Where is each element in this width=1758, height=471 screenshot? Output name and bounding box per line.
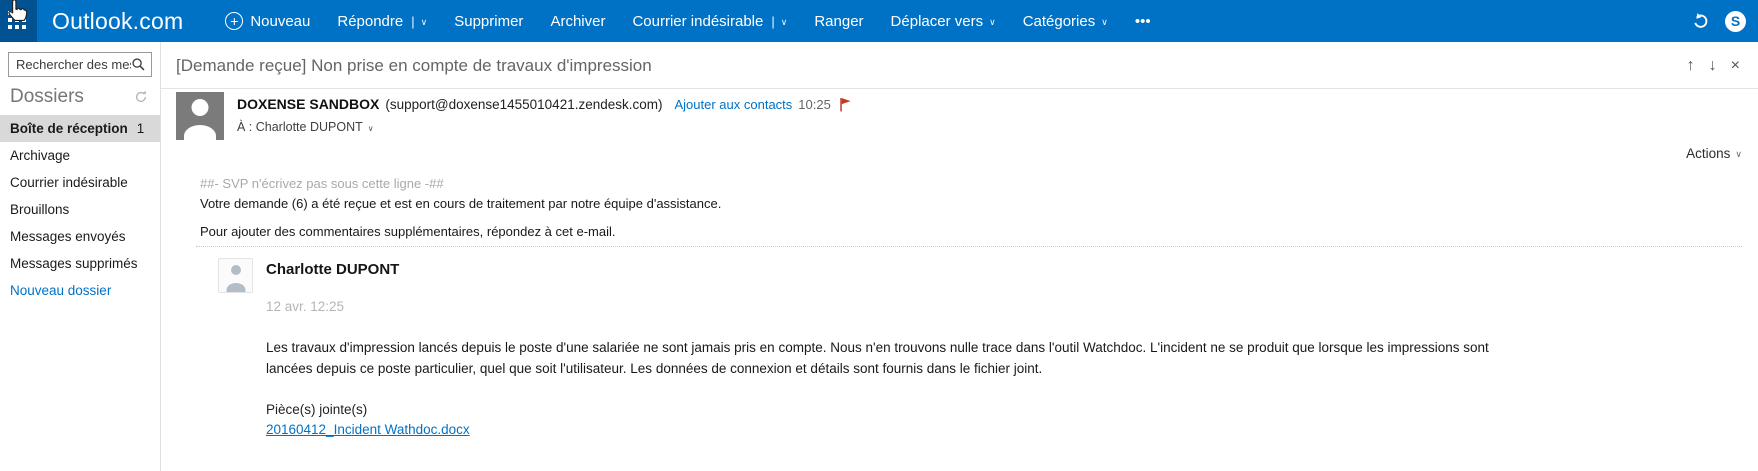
recipient-line: À : Charlotte DUPONT ∨	[237, 120, 852, 134]
reading-pane: [Demande reçue] Non prise en compte de t…	[161, 42, 1758, 471]
delete-button[interactable]: Supprimer	[454, 13, 523, 30]
close-message-icon[interactable]: ×	[1731, 58, 1740, 74]
sidebar-item-drafts[interactable]: Brouillons	[0, 196, 160, 223]
actions-label: Actions	[1686, 146, 1730, 161]
split-button-divider: |	[771, 14, 774, 29]
folder-label: Courrier indésirable	[10, 174, 128, 191]
do-not-write-notice: ##- SVP n'écrivez pas sous cette ligne -…	[200, 176, 1742, 192]
flag-icon[interactable]	[839, 97, 852, 112]
chevron-down-icon[interactable]: ∨	[368, 124, 374, 133]
chevron-down-icon[interactable]: ∨	[421, 17, 428, 28]
message-pager: ↑ ↓ ×	[1687, 58, 1740, 74]
move-to-button-label: Déplacer vers	[891, 13, 984, 30]
move-to-button[interactable]: Déplacer vers ∨	[891, 13, 996, 30]
quoted-message-date: 12 avr. 12:25	[266, 299, 1501, 315]
folders-header: Dossiers	[0, 77, 160, 112]
chevron-down-icon: ∨	[1735, 149, 1742, 160]
recipient-text: À : Charlotte DUPONT	[237, 120, 363, 134]
categories-button[interactable]: Catégories ∨	[1023, 13, 1108, 30]
attachments-label: Pièce(s) jointe(s)	[266, 401, 1501, 418]
refresh-icon[interactable]	[134, 90, 148, 104]
mouse-cursor-icon	[3, 0, 33, 27]
more-commands-button[interactable]: •••	[1135, 13, 1151, 30]
sender-info: DOXENSE SANDBOX (support@doxense14550104…	[237, 92, 852, 140]
new-button-label: Nouveau	[250, 13, 310, 30]
sender-avatar	[176, 92, 224, 140]
ellipsis-icon: •••	[1135, 13, 1151, 30]
archive-button[interactable]: Archiver	[550, 13, 605, 30]
quoted-message-text: Les travaux d'impression lancés depuis l…	[266, 337, 1501, 379]
author-avatar	[218, 258, 253, 293]
folder-list: Boîte de réception 1 Archivage Courrier …	[0, 115, 160, 277]
ticket-received-line: Votre demande (6) a été reçue et est en …	[200, 196, 1742, 212]
previous-message-icon[interactable]: ↑	[1687, 58, 1695, 74]
quoted-message-column: Charlotte DUPONT 12 avr. 12:25 Les trava…	[266, 258, 1501, 439]
junk-button-label: Courrier indésirable	[632, 13, 763, 30]
reply-hint-line: Pour ajouter des commentaires supplément…	[200, 224, 1742, 240]
chevron-down-icon[interactable]: ∨	[781, 17, 788, 28]
split-button-divider: |	[411, 14, 414, 29]
attachment-link[interactable]: 20160412_Incident Wathdoc.docx	[266, 422, 470, 437]
folder-label: Messages envoyés	[10, 228, 126, 245]
search-icon[interactable]	[131, 57, 146, 72]
sidebar-item-archive[interactable]: Archivage	[0, 142, 160, 169]
chevron-down-icon: ∨	[1101, 17, 1108, 28]
search-box[interactable]	[8, 52, 152, 77]
quoted-message-content: Charlotte DUPONT 12 avr. 12:25 Les trava…	[196, 247, 1742, 439]
next-message-icon[interactable]: ↓	[1709, 58, 1717, 74]
header-right-icons: S	[1691, 11, 1758, 32]
new-folder-link[interactable]: Nouveau dossier	[0, 277, 160, 304]
sweep-button-label: Ranger	[814, 13, 863, 30]
folder-label: Boîte de réception	[10, 120, 128, 137]
undo-icon	[1691, 12, 1710, 31]
quoted-message: Charlotte DUPONT 12 avr. 12:25 Les trava…	[196, 246, 1742, 439]
folders-heading: Dossiers	[10, 86, 84, 108]
folder-label: Brouillons	[10, 201, 69, 218]
folder-label: Messages supprimés	[10, 255, 138, 272]
sender-line: DOXENSE SANDBOX (support@doxense14550104…	[237, 96, 852, 112]
folders-sidebar: Dossiers Boîte de réception 1 Archivage …	[0, 42, 161, 471]
message-body: ##- SVP n'écrivez pas sous cette ligne -…	[161, 176, 1758, 439]
sidebar-item-inbox[interactable]: Boîte de réception 1	[0, 115, 160, 142]
subject-row: [Demande reçue] Non prise en compte de t…	[161, 42, 1758, 76]
plus-circle-icon: +	[225, 12, 243, 30]
author-name: Charlotte DUPONT	[266, 258, 1501, 279]
new-button[interactable]: + Nouveau	[225, 12, 310, 30]
actions-menu-button[interactable]: Actions ∨	[1686, 146, 1742, 161]
brand-logo[interactable]: Outlook.com	[52, 8, 183, 35]
search-input[interactable]	[16, 57, 131, 72]
sender-row: DOXENSE SANDBOX (support@doxense14550104…	[161, 89, 1758, 140]
top-bar: Outlook.com + Nouveau Répondre | ∨ Suppr…	[0, 0, 1758, 42]
categories-button-label: Catégories	[1023, 13, 1096, 30]
reply-button[interactable]: Répondre | ∨	[337, 13, 427, 30]
sweep-button[interactable]: Ranger	[814, 13, 863, 30]
skype-icon[interactable]: S	[1725, 11, 1746, 32]
archive-button-label: Archiver	[550, 13, 605, 30]
message-subject: [Demande reçue] Non prise en compte de t…	[176, 56, 1742, 76]
add-to-contacts-link[interactable]: Ajouter aux contacts	[675, 97, 793, 112]
sidebar-item-junk[interactable]: Courrier indésirable	[0, 169, 160, 196]
sender-email: (support@doxense1455010421.zendesk.com)	[385, 97, 662, 112]
junk-button[interactable]: Courrier indésirable | ∨	[632, 13, 787, 30]
sender-name: DOXENSE SANDBOX	[237, 96, 379, 112]
sidebar-item-deleted[interactable]: Messages supprimés	[0, 250, 160, 277]
delete-button-label: Supprimer	[454, 13, 523, 30]
unread-count: 1	[137, 120, 145, 137]
chevron-down-icon: ∨	[989, 17, 996, 28]
command-bar: + Nouveau Répondre | ∨ Supprimer Archive…	[225, 12, 1150, 30]
folder-label: Archivage	[10, 147, 70, 164]
undo-button[interactable]	[1691, 12, 1710, 31]
reply-button-label: Répondre	[337, 13, 403, 30]
app-launcher-button[interactable]	[0, 0, 37, 42]
message-time: 10:25	[798, 97, 831, 112]
sidebar-item-sent[interactable]: Messages envoyés	[0, 223, 160, 250]
